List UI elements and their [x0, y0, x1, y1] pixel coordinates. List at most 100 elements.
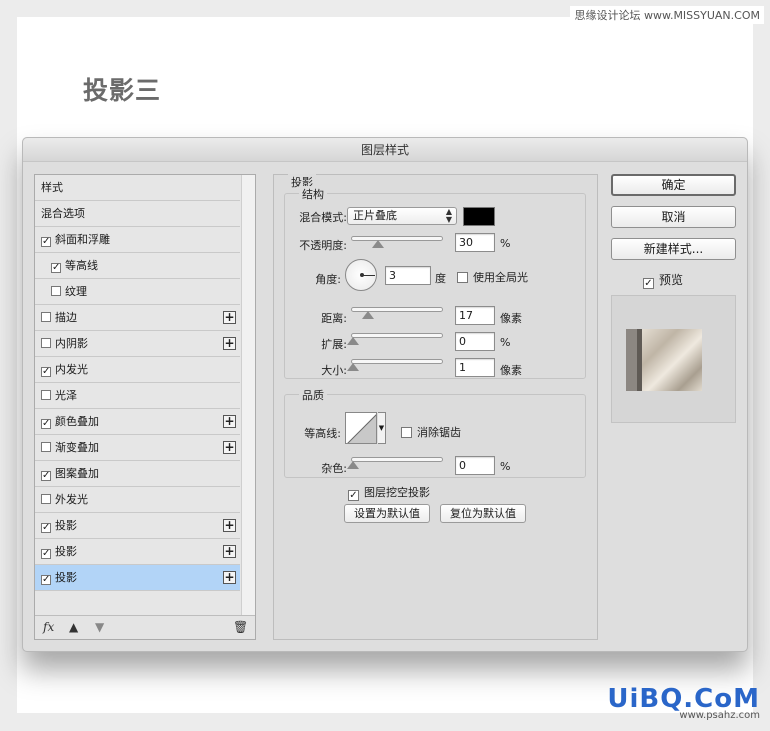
- style-list-item[interactable]: ✓ 斜面和浮雕: [35, 227, 240, 253]
- add-effect-plus-icon[interactable]: +: [223, 519, 236, 532]
- size-unit: 像素: [500, 364, 522, 377]
- add-effect-plus-icon[interactable]: +: [223, 571, 236, 584]
- angle-center-dot: [360, 273, 364, 277]
- distance-label: 距离:: [321, 312, 347, 325]
- style-list-item[interactable]: ✓ 图案叠加: [35, 461, 240, 487]
- preview-fur-texture: [642, 329, 702, 391]
- style-list-item[interactable]: ✓ 等高线: [35, 253, 240, 279]
- noise-slider[interactable]: [347, 457, 443, 469]
- distance-input[interactable]: 17: [455, 306, 495, 325]
- style-list-item[interactable]: 外发光: [35, 487, 240, 513]
- global-light-checkbox[interactable]: 使用全局光: [457, 269, 528, 285]
- opacity-slider-thumb[interactable]: [372, 240, 384, 248]
- angle-input[interactable]: 3: [385, 266, 431, 285]
- style-checkbox-icon[interactable]: ✓: [41, 549, 51, 559]
- style-checkbox-icon[interactable]: [41, 494, 51, 504]
- drop-shadow-panel: 投影 结构 混合模式: 正片叠底 ▲▼ 不透明度: 30 % 角度: 3 度: [273, 174, 598, 640]
- style-list-item[interactable]: 光泽: [35, 383, 240, 409]
- noise-input[interactable]: 0: [455, 456, 495, 475]
- style-list-item[interactable]: ✓ 投影 +: [35, 513, 240, 539]
- style-list-item-label: 内发光: [55, 363, 88, 376]
- contour-preview[interactable]: [345, 412, 377, 444]
- noise-unit: %: [500, 460, 511, 473]
- style-checkbox-icon[interactable]: [41, 312, 51, 322]
- opacity-input[interactable]: 30: [455, 233, 495, 252]
- style-list-item-label: 渐变叠加: [55, 441, 99, 454]
- distance-slider-thumb[interactable]: [362, 311, 374, 319]
- cancel-button[interactable]: 取消: [611, 206, 736, 228]
- add-effect-plus-icon[interactable]: +: [223, 415, 236, 428]
- style-checkbox-icon[interactable]: ✓: [41, 367, 51, 377]
- fx-button[interactable]: fx: [43, 620, 54, 634]
- style-list-item-label: 外发光: [55, 493, 88, 506]
- style-checkbox-icon[interactable]: ✓: [41, 419, 51, 429]
- add-effect-plus-icon[interactable]: +: [223, 311, 236, 324]
- structure-group: 结构 混合模式: 正片叠底 ▲ ▼ 不透明度: 30 % 角度: 3 度 使用全局…: [284, 186, 586, 379]
- style-list-item-label: 描边: [55, 311, 77, 324]
- style-list-item[interactable]: ✓ 投影 +: [35, 539, 240, 565]
- preview-checkbox[interactable]: ✓ 预览: [643, 271, 683, 289]
- reset-default-button[interactable]: 复位为默认值: [440, 504, 526, 523]
- style-list-item[interactable]: 样式: [35, 175, 240, 201]
- antialias-check-icon: [401, 427, 412, 438]
- style-list-item[interactable]: 渐变叠加 +: [35, 435, 240, 461]
- style-list: 样式 混合选项 ✓ 斜面和浮雕 ✓ 等高线 纹理 描边 + 内阴影 + ✓ 内发光 光泽 ✓ 颜色叠加 + 渐变叠…: [34, 174, 256, 640]
- style-list-item[interactable]: 描边 +: [35, 305, 240, 331]
- style-list-item[interactable]: 纹理: [35, 279, 240, 305]
- contour-label: 等高线:: [304, 427, 341, 440]
- knockout-checkbox[interactable]: ✓ 图层挖空投影: [348, 484, 430, 501]
- angle-label: 角度:: [315, 273, 341, 286]
- ok-button[interactable]: 确定: [611, 174, 736, 196]
- select-arrows-icon: ▲ ▼: [445, 207, 452, 224]
- distance-slider[interactable]: [351, 307, 443, 319]
- spread-slider-thumb[interactable]: [347, 337, 359, 345]
- trash-icon[interactable]: 🗑: [233, 620, 248, 634]
- style-list-item[interactable]: ✓ 内发光: [35, 357, 240, 383]
- page-title: 投影三: [83, 76, 162, 105]
- angle-dial[interactable]: [345, 259, 377, 291]
- style-checkbox-icon[interactable]: ✓: [51, 263, 61, 273]
- style-list-item[interactable]: ✓ 颜色叠加 +: [35, 409, 240, 435]
- angle-unit: 度: [435, 272, 446, 285]
- antialias-checkbox[interactable]: 消除锯齿: [401, 424, 461, 440]
- noise-label: 杂色:: [321, 462, 347, 475]
- style-checkbox-icon[interactable]: ✓: [41, 575, 51, 585]
- style-checkbox-icon[interactable]: [41, 442, 51, 452]
- style-checkbox-icon[interactable]: [51, 286, 61, 296]
- style-list-item-label: 投影: [55, 545, 77, 558]
- arrow-down-icon[interactable]: ▼: [95, 620, 104, 634]
- style-list-item-label: 等高线: [65, 259, 98, 272]
- style-checkbox-icon[interactable]: [41, 338, 51, 348]
- shadow-color-swatch[interactable]: [463, 207, 495, 226]
- make-default-button[interactable]: 设置为默认值: [344, 504, 430, 523]
- contour-dropdown[interactable]: ▼: [378, 412, 386, 444]
- spread-unit: %: [500, 336, 511, 349]
- size-slider-thumb[interactable]: [347, 363, 359, 371]
- style-list-item-label: 纹理: [65, 285, 87, 298]
- preview-check-icon: ✓: [643, 278, 654, 289]
- style-list-item-label: 斜面和浮雕: [55, 233, 110, 246]
- blend-mode-label: 混合模式:: [299, 211, 347, 224]
- style-list-item[interactable]: 内阴影 +: [35, 331, 240, 357]
- style-checkbox-icon[interactable]: ✓: [41, 237, 51, 247]
- watermark-bottom: UiBQ.CoM www.psahz.com: [607, 684, 760, 721]
- dialog-title: 图层样式: [23, 138, 747, 162]
- add-effect-plus-icon[interactable]: +: [223, 441, 236, 454]
- spread-input[interactable]: 0: [455, 332, 495, 351]
- opacity-slider[interactable]: [351, 236, 443, 248]
- style-checkbox-icon[interactable]: ✓: [41, 471, 51, 481]
- style-list-item[interactable]: 混合选项: [35, 201, 240, 227]
- style-checkbox-icon[interactable]: [41, 390, 51, 400]
- style-checkbox-icon[interactable]: ✓: [41, 523, 51, 533]
- size-slider[interactable]: [347, 359, 443, 371]
- size-input[interactable]: 1: [455, 358, 495, 377]
- spread-slider[interactable]: [347, 333, 443, 345]
- style-list-item[interactable]: ✓ 投影 +: [35, 565, 240, 591]
- noise-slider-thumb[interactable]: [347, 461, 359, 469]
- arrow-up-icon[interactable]: ▲: [69, 620, 78, 634]
- blend-mode-select[interactable]: 正片叠底 ▲ ▼: [347, 207, 457, 225]
- add-effect-plus-icon[interactable]: +: [223, 337, 236, 350]
- add-effect-plus-icon[interactable]: +: [223, 545, 236, 558]
- new-style-button[interactable]: 新建样式...: [611, 238, 736, 260]
- style-list-scrollbar[interactable]: [241, 175, 255, 615]
